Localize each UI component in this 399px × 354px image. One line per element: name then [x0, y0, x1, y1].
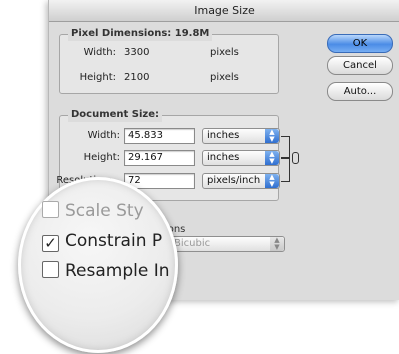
- scale-styles-label: Scale Sty: [65, 201, 144, 221]
- ok-button[interactable]: OK: [327, 34, 393, 53]
- pixel-width-unit: pixels: [210, 47, 239, 58]
- magnifier-lens: Scale Sty ✓ Constrain P Resample In: [18, 177, 178, 353]
- pixel-dimensions-legend: Pixel Dimensions: 19.8M: [68, 27, 213, 41]
- dialog-title: Image Size: [49, 0, 399, 22]
- doc-height-unit-select[interactable]: inches ▲ ▼: [202, 150, 280, 166]
- auto-button[interactable]: Auto...: [327, 82, 393, 101]
- doc-height-unit-value: inches: [207, 152, 240, 163]
- pixel-height-unit: pixels: [210, 72, 239, 83]
- checkbox-unchecked-icon: [42, 261, 59, 278]
- pixel-dimensions-group: Pixel Dimensions: 19.8M Width: 3300 pixe…: [59, 27, 279, 94]
- doc-width-label: Width:: [87, 130, 120, 141]
- popup-arrows-icon: ▲ ▼: [265, 151, 279, 165]
- constrain-label: Constrain P: [65, 231, 163, 251]
- doc-height-input[interactable]: 29.167: [124, 150, 195, 166]
- resolution-unit-select[interactable]: pixels/inch ▲ ▼: [202, 173, 280, 189]
- constrain-proportions-checkbox[interactable]: ✓ Constrain P: [42, 231, 162, 252]
- resample-label: Resample In: [65, 261, 170, 281]
- popup-arrows-icon: ▲ ▼: [270, 237, 284, 251]
- resample-method-value: Bicubic: [174, 238, 211, 249]
- doc-width-input[interactable]: 45.833: [124, 128, 195, 144]
- checkbox-checked-icon: ✓: [42, 235, 59, 252]
- constrain-bracket: [281, 136, 290, 159]
- pixel-width-label: Width:: [83, 47, 116, 58]
- resolution-unit-value: pixels/inch: [207, 175, 261, 186]
- popup-arrows-icon: ▲ ▼: [265, 174, 279, 188]
- doc-width-unit-select[interactable]: inches ▲ ▼: [202, 128, 280, 144]
- scale-styles-checkbox[interactable]: Scale Sty: [42, 201, 144, 221]
- pixel-height-label: Height:: [79, 72, 116, 83]
- cancel-button[interactable]: Cancel: [327, 56, 393, 75]
- popup-arrows-icon: ▲ ▼: [265, 129, 279, 143]
- checkbox-unchecked-icon: [42, 201, 59, 218]
- chain-link-icon: [292, 152, 299, 164]
- document-size-legend: Document Size:: [68, 108, 163, 122]
- resample-image-checkbox[interactable]: Resample In: [42, 261, 170, 281]
- pixel-width-value: 3300: [124, 47, 150, 58]
- doc-width-unit-value: inches: [207, 130, 240, 141]
- constrain-bracket-lower: [281, 157, 290, 182]
- doc-height-label: Height:: [83, 152, 120, 163]
- pixel-height-value: 2100: [124, 72, 150, 83]
- resample-method-select[interactable]: Bicubic ▲ ▼: [169, 236, 285, 252]
